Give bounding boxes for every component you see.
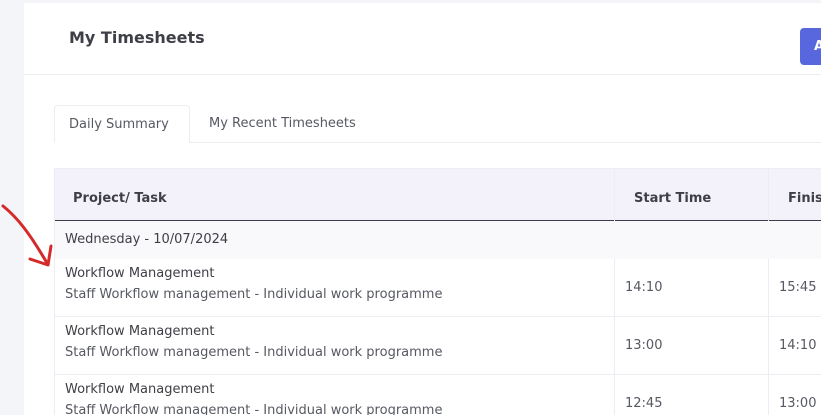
task-name: Staff Workflow management - Individual w… xyxy=(65,403,443,415)
table-header: Project/ Task Start Time Finis xyxy=(55,168,821,221)
annotation-arrow-icon xyxy=(1,204,53,267)
project-name: Workflow Management xyxy=(65,266,215,281)
task-name: Staff Workflow management - Individual w… xyxy=(65,287,443,302)
add-timesheet-button[interactable]: A xyxy=(800,28,821,65)
start-time: 13:00 xyxy=(625,338,663,353)
page-title: My Timesheets xyxy=(69,28,205,47)
finish-time: 13:00 xyxy=(779,396,817,411)
finish-time: 14:10 xyxy=(779,338,817,353)
start-time: 14:10 xyxy=(625,280,663,295)
timesheet-table: Project/ Task Start Time Finis Wednesday… xyxy=(54,168,821,415)
task-name: Staff Workflow management - Individual w… xyxy=(65,345,443,360)
project-name: Workflow Management xyxy=(65,382,215,397)
timesheet-tabs: Daily Summary My Recent Timesheets xyxy=(54,105,821,143)
table-row[interactable]: Workflow Management Staff Workflow manag… xyxy=(55,317,821,375)
finish-time: 15:45 xyxy=(779,280,817,295)
start-time: 12:45 xyxy=(625,396,663,411)
column-header-finish-time[interactable]: Finis xyxy=(788,169,821,221)
day-group-row: Wednesday - 10/07/2024 xyxy=(55,221,821,259)
table-row[interactable]: Workflow Management Staff Workflow manag… xyxy=(55,259,821,317)
column-header-start-time[interactable]: Start Time xyxy=(634,169,711,221)
timesheets-page: My Timesheets A Daily Summary My Recent … xyxy=(24,3,821,415)
table-row[interactable]: Workflow Management Staff Workflow manag… xyxy=(55,375,821,415)
tab-daily-summary[interactable]: Daily Summary xyxy=(54,105,190,143)
day-group-label: Wednesday - 10/07/2024 xyxy=(65,232,229,247)
page-header: My Timesheets A xyxy=(24,3,821,75)
tab-my-recent-timesheets[interactable]: My Recent Timesheets xyxy=(195,105,370,142)
project-name: Workflow Management xyxy=(65,324,215,339)
column-header-project-task[interactable]: Project/ Task xyxy=(73,169,167,221)
